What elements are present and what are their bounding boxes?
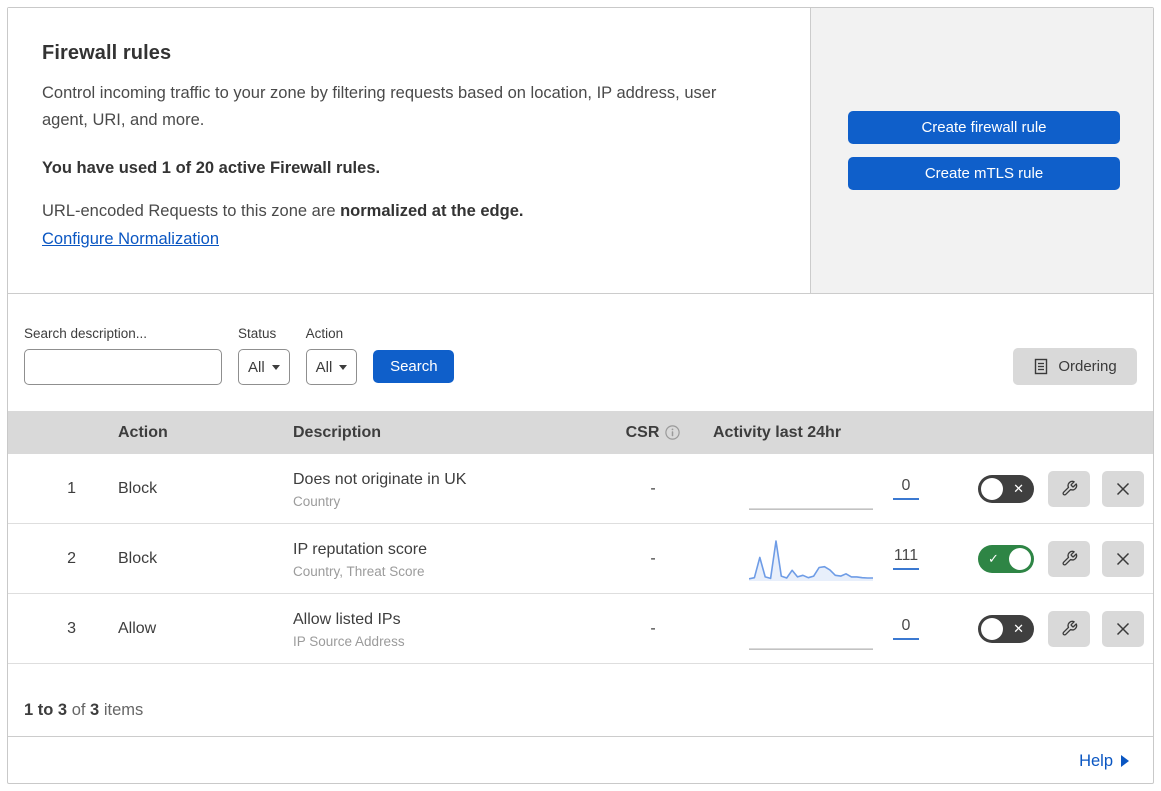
items-range: 1 to	[24, 701, 58, 719]
activity-count-link[interactable]: 0	[893, 477, 919, 500]
firewall-rules-page: Firewall rules Control incoming traffic …	[7, 7, 1154, 784]
search-box[interactable]	[24, 349, 238, 385]
rule-criteria: IP Source Address	[293, 633, 405, 649]
rule-csr-value: -	[650, 549, 656, 567]
check-icon: ✓	[988, 550, 999, 566]
ordering-button[interactable]: Ordering	[1013, 348, 1137, 385]
activity-sparkline	[749, 539, 873, 581]
rule-action: Allow	[118, 619, 157, 637]
column-header-description: Description	[293, 423, 382, 441]
column-header-csr: CSR	[625, 423, 660, 441]
create-firewall-rule-button[interactable]: Create firewall rule	[848, 111, 1120, 144]
table-header: Action Description CSR Activity last 24h…	[8, 411, 1153, 454]
ordering-list-icon	[1035, 358, 1048, 375]
rule-csr-value: -	[650, 479, 656, 497]
help-row: Help	[8, 737, 1153, 785]
info-icon[interactable]	[665, 425, 681, 440]
rule-priority: 3	[67, 619, 76, 637]
activity-sparkline	[749, 647, 873, 650]
normalization-text: URL-encoded Requests to this zone are	[42, 202, 341, 220]
x-icon: ✕	[1013, 480, 1024, 496]
search-input[interactable]	[39, 358, 238, 376]
delete-rule-button[interactable]	[1102, 610, 1144, 647]
edit-rule-button[interactable]	[1048, 470, 1090, 507]
rule-enabled-toggle[interactable]: ✓ ✕	[978, 614, 1034, 643]
normalization-bold: normalized at the edge.	[340, 202, 524, 220]
action-dropdown-value: All	[315, 358, 333, 376]
page-title: Firewall rules	[42, 42, 172, 64]
chevron-down-icon	[339, 364, 348, 370]
table-row: 1 Block Does not originate in UK Country…	[8, 454, 1153, 524]
status-dropdown-value: All	[248, 358, 265, 376]
rule-enabled-toggle[interactable]: ✓ ✕	[978, 474, 1034, 503]
activity-count-link[interactable]: 111	[893, 547, 919, 570]
rule-criteria: Country, Threat Score	[293, 563, 425, 579]
usage-summary: You have used 1 of 20 active Firewall ru…	[42, 159, 381, 177]
status-dropdown[interactable]: All	[238, 349, 290, 385]
wrench-icon	[1061, 550, 1077, 566]
toggle-knob	[981, 617, 1003, 640]
configure-normalization-link[interactable]: Configure Normalization	[42, 230, 219, 249]
edit-rule-button[interactable]	[1048, 610, 1090, 647]
search-button[interactable]: Search	[373, 350, 455, 383]
actions-panel: Create firewall rule Create mTLS rule	[810, 8, 1153, 293]
rule-description: Allow listed IPs	[293, 610, 401, 628]
rule-action: Block	[118, 479, 158, 497]
status-label: Status	[238, 326, 277, 341]
page-description: Control incoming traffic to your zone by…	[42, 84, 717, 129]
close-icon	[1116, 552, 1130, 565]
toggle-knob	[981, 477, 1003, 500]
close-icon	[1116, 622, 1130, 635]
wrench-icon	[1061, 480, 1077, 496]
activity-count-link[interactable]: 0	[893, 617, 919, 640]
delete-rule-button[interactable]	[1102, 540, 1144, 577]
rule-priority: 2	[67, 549, 76, 567]
delete-rule-button[interactable]	[1102, 470, 1144, 507]
intro-panel: Firewall rules Control incoming traffic …	[8, 8, 810, 293]
table-row: 3 Allow Allow listed IPs IP Source Addre…	[8, 594, 1153, 664]
rule-priority: 1	[67, 479, 76, 497]
ordering-button-label: Ordering	[1058, 358, 1117, 375]
toggle-knob	[1009, 547, 1031, 570]
rule-criteria: Country	[293, 493, 341, 509]
table-row: 2 Block IP reputation score Country, Thr…	[8, 524, 1153, 594]
close-icon	[1116, 482, 1130, 495]
activity-sparkline	[749, 507, 873, 510]
rule-description: Does not originate in UK	[293, 470, 467, 488]
filter-bar: Search description... Status All Action …	[8, 294, 1153, 411]
rule-description: IP reputation score	[293, 540, 428, 558]
create-mtls-rule-button[interactable]: Create mTLS rule	[848, 157, 1120, 190]
column-header-action: Action	[118, 423, 168, 441]
page-header-section: Firewall rules Control incoming traffic …	[8, 8, 1153, 294]
chevron-down-icon	[271, 364, 280, 370]
rule-action: Block	[118, 549, 158, 567]
arrow-right-icon	[1121, 755, 1129, 767]
items-total: 3	[90, 701, 100, 719]
x-icon: ✕	[1013, 620, 1024, 636]
pagination-summary: 1 to 3 of 3 items	[8, 664, 1153, 737]
wrench-icon	[1061, 620, 1077, 636]
rule-csr-value: -	[650, 619, 656, 637]
edit-rule-button[interactable]	[1048, 540, 1090, 577]
normalization-note: URL-encoded Requests to this zone are no…	[42, 202, 764, 221]
rule-enabled-toggle[interactable]: ✓ ✕	[978, 544, 1034, 573]
column-header-activity: Activity last 24hr	[713, 423, 842, 441]
action-dropdown[interactable]: All	[305, 349, 358, 385]
help-link-label: Help	[1079, 751, 1113, 770]
action-label: Action	[305, 326, 344, 341]
search-label: Search description...	[24, 326, 148, 341]
help-link[interactable]: Help	[1079, 752, 1129, 771]
